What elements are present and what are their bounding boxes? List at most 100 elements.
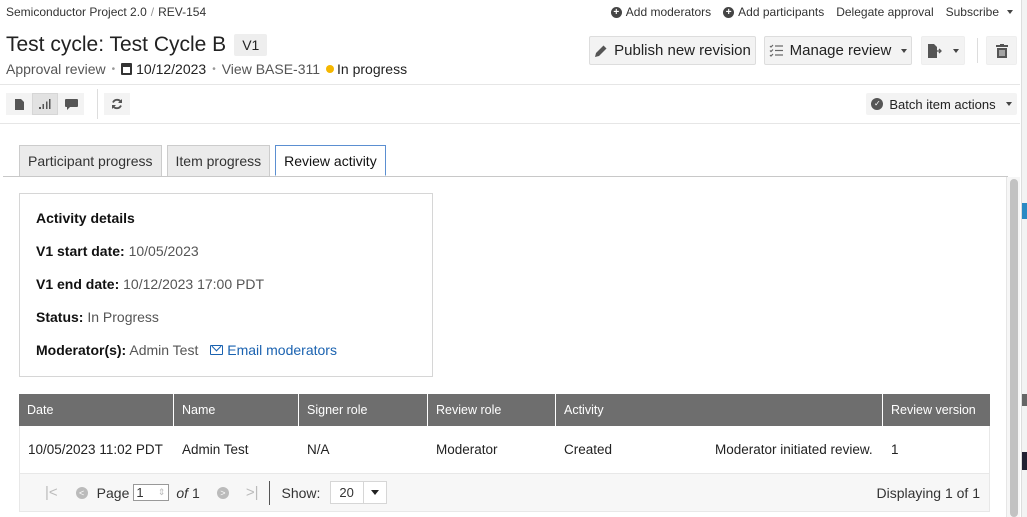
activity-details-panel: Activity details V1 start date: 10/05/20…	[19, 193, 433, 377]
dropdown-arrow[interactable]	[363, 482, 386, 503]
cell-review-version: 1	[891, 442, 899, 457]
page-title: Test cycle: Test Cycle B V1	[6, 33, 268, 57]
publish-new-revision-button[interactable]: Publish new revision	[589, 36, 756, 65]
checklist-icon	[769, 44, 783, 57]
view-link[interactable]: View BASE-311	[222, 61, 320, 77]
manage-review-button[interactable]: Manage review	[764, 36, 912, 65]
refresh-button[interactable]	[104, 93, 130, 115]
delegate-approval-link[interactable]: Delegate approval	[836, 5, 933, 19]
add-participants-link[interactable]: + Add participants	[723, 5, 824, 19]
status-badge: In progress	[326, 61, 407, 77]
tab-item-progress[interactable]: Item progress	[166, 145, 271, 176]
table-row[interactable]: 10/05/2023 11:02 PDT Admin Test N/A Mode…	[19, 426, 990, 474]
progress-view-button[interactable]	[32, 93, 58, 115]
breadcrumb: Semiconductor Project 2.0/REV-154	[6, 5, 206, 19]
tab-review-activity[interactable]: Review activity	[275, 145, 386, 176]
email-moderators-label: Email moderators	[227, 342, 337, 358]
progress-bars-icon	[39, 99, 51, 109]
next-page-icon[interactable]: >	[216, 486, 229, 499]
page-size-value: 20	[339, 485, 354, 500]
document-view-button[interactable]	[6, 93, 32, 115]
window-edge	[1021, 0, 1027, 517]
caret-down-icon	[1007, 10, 1013, 14]
show-label: Show:	[281, 484, 321, 501]
divider	[977, 38, 978, 63]
breadcrumb-project[interactable]: Semiconductor Project 2.0	[6, 5, 147, 19]
due-date-text: 10/12/2023	[136, 61, 207, 77]
prev-page-icon[interactable]: <	[75, 486, 88, 499]
start-date-value: 10/05/2023	[128, 243, 199, 259]
start-date-row: V1 start date: 10/05/2023	[36, 243, 199, 259]
cell-activity-detail: Moderator initiated review.	[715, 442, 873, 457]
status-value: In Progress	[87, 309, 159, 325]
breadcrumb-item[interactable]: REV-154	[158, 5, 206, 19]
breadcrumb-separator: /	[150, 5, 155, 19]
add-moderators-label: Add moderators	[625, 5, 712, 19]
page-size-select[interactable]: 20	[330, 481, 388, 504]
tab-participant-progress[interactable]: Participant progress	[19, 145, 162, 176]
start-date-label: V1 start date:	[36, 243, 125, 259]
divider	[97, 89, 98, 119]
view-toggle-group	[6, 93, 84, 115]
first-page-icon[interactable]: |<	[45, 484, 58, 501]
review-type: Approval review	[6, 61, 106, 77]
calendar-icon	[121, 63, 133, 75]
scrollbar-thumb[interactable]	[1010, 179, 1018, 517]
delegate-approval-label: Delegate approval	[836, 5, 934, 19]
add-moderators-link[interactable]: + Add moderators	[610, 5, 712, 19]
status-row: Status: In Progress	[36, 309, 159, 325]
top-links: + Add moderators + Add participants Dele…	[610, 5, 1013, 19]
envelope-icon	[210, 345, 224, 355]
table-header: Date Name Signer role Review role Activi…	[19, 394, 990, 426]
delete-button[interactable]	[986, 36, 1017, 65]
window-edge-accent	[1022, 452, 1027, 470]
caret-down-icon	[371, 490, 380, 495]
moderators-label: Moderator(s):	[36, 342, 127, 358]
cell-name: Admin Test	[182, 442, 249, 457]
caret-down-icon	[901, 48, 908, 53]
page-title-text: Test cycle: Test Cycle B	[6, 33, 227, 56]
plus-circle-icon: +	[610, 6, 622, 18]
pencil-icon	[595, 45, 607, 57]
email-moderators-link[interactable]: Email moderators	[210, 342, 337, 358]
window-edge-accent	[1022, 203, 1027, 219]
column-header-review-version[interactable]: Review version	[883, 394, 990, 426]
page-number-input[interactable]: 1 ⇕	[133, 484, 170, 501]
subscribe-label: Subscribe	[945, 5, 999, 19]
batch-item-actions-button[interactable]: ✓ Batch item actions	[866, 93, 1017, 115]
check-circle-icon: ✓	[871, 98, 884, 110]
export-button[interactable]	[921, 36, 965, 65]
activity-details-heading: Activity details	[36, 210, 135, 226]
column-header-signer-role[interactable]: Signer role	[299, 394, 428, 426]
column-header-activity[interactable]: Activity	[556, 394, 883, 426]
subscribe-dropdown[interactable]: Subscribe	[946, 5, 1013, 19]
manage-label: Manage review	[789, 42, 892, 59]
refresh-icon	[112, 98, 122, 110]
column-header-review-role[interactable]: Review role	[428, 394, 556, 426]
version-badge: V1	[234, 34, 268, 56]
caret-down-icon	[953, 48, 959, 53]
column-header-name[interactable]: Name	[174, 394, 299, 426]
moderators-row: Moderator(s): Admin Test Email moderator…	[36, 342, 337, 358]
comment-view-button[interactable]	[58, 93, 84, 115]
moderators-value: Admin Test	[129, 342, 199, 358]
window-edge-accent	[1022, 394, 1027, 406]
export-icon	[928, 43, 942, 58]
cell-activity: Created	[564, 442, 613, 457]
end-date-label: V1 end date:	[36, 276, 120, 292]
page-label: Page	[96, 484, 130, 501]
spinner-icon[interactable]: ⇕	[158, 487, 169, 498]
document-icon	[14, 98, 24, 110]
of-label: of	[176, 484, 189, 501]
cell-review-role: Moderator	[436, 442, 498, 457]
cell-date: 10/05/2023 11:02 PDT	[28, 442, 163, 457]
pagination-bar: |< < Page 1 ⇕ of 1 > >| Show: 20 Display…	[19, 474, 990, 512]
caret-down-icon	[1005, 102, 1012, 106]
column-header-date[interactable]: Date	[19, 394, 174, 426]
end-date-value: 10/12/2023 17:00 PDT	[123, 276, 265, 292]
divider	[0, 84, 1020, 85]
review-meta: Approval review • 10/12/2023 • View BASE…	[6, 61, 407, 77]
last-page-icon[interactable]: >|	[246, 484, 259, 501]
status-dot-icon	[326, 65, 335, 73]
add-participants-label: Add participants	[738, 5, 825, 19]
